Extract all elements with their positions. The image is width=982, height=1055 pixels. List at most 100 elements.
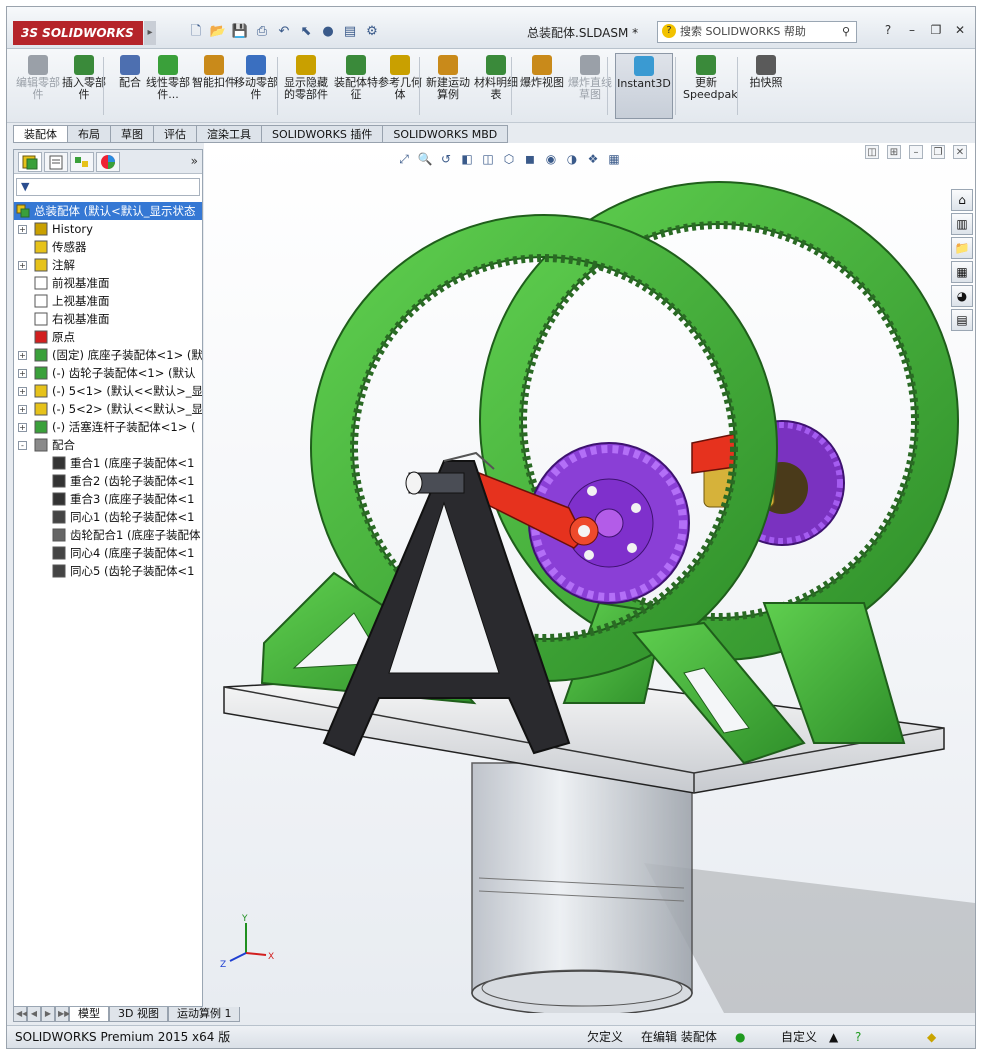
- ribbon-button-15[interactable]: 拍快照: [743, 53, 789, 119]
- ribbon-button-4[interactable]: 智能扣件: [191, 53, 237, 119]
- tree-root-assembly[interactable]: 总装配体 (默认<默认_显示状态: [14, 202, 202, 220]
- close-icon[interactable]: ✕: [951, 21, 969, 39]
- view-palette-icon[interactable]: ▦: [951, 261, 973, 283]
- tree-node[interactable]: - 配合: [14, 436, 202, 454]
- tag-icon[interactable]: ◆: [927, 1026, 936, 1048]
- solidworks-resources-icon[interactable]: ⌂: [951, 189, 973, 211]
- tree-node[interactable]: 原点: [14, 328, 202, 346]
- ribbon-command-icon: [246, 55, 266, 75]
- bottom-tab-1[interactable]: 3D 视图: [109, 1007, 168, 1022]
- ribbon-button-13[interactable]: Instant3D: [615, 53, 673, 119]
- tree-node[interactable]: + 注解: [14, 256, 202, 274]
- tree-node[interactable]: 前视基准面: [14, 274, 202, 292]
- tree-node[interactable]: 重合1 (底座子装配体<1: [14, 454, 202, 472]
- bottom-tab-2[interactable]: 运动算例 1: [167, 1007, 241, 1022]
- help-status-icon[interactable]: ?: [855, 1026, 861, 1048]
- custom-properties-icon[interactable]: ▤: [951, 309, 973, 331]
- status-units[interactable]: 自定义: [781, 1026, 817, 1048]
- more-tabs-icon[interactable]: »: [191, 154, 198, 168]
- assembly-model-view[interactable]: Y X Z: [204, 143, 975, 1013]
- new-document-icon[interactable]: 🗋: [187, 23, 205, 41]
- next-tab-icon[interactable]: ▶: [41, 1007, 55, 1022]
- ribbon-button-11[interactable]: 爆炸视图: [519, 53, 565, 119]
- tree-node[interactable]: 右视基准面: [14, 310, 202, 328]
- first-tab-icon[interactable]: ◀◀: [13, 1007, 28, 1022]
- units-dropdown-icon[interactable]: ▲: [829, 1026, 838, 1048]
- ribbon-command-icon: [438, 55, 458, 75]
- last-tab-icon[interactable]: ▶▶: [55, 1007, 70, 1022]
- rebuild-status-icon[interactable]: ●: [735, 1026, 745, 1048]
- file-explorer-icon[interactable]: 📁: [951, 237, 973, 259]
- ribbon-button-7[interactable]: 装配体特征: [333, 53, 379, 119]
- print-icon[interactable]: ⎙: [253, 23, 271, 41]
- file-properties-icon[interactable]: ▤: [341, 23, 359, 41]
- display-manager-tab-icon[interactable]: [96, 152, 120, 172]
- tree-node[interactable]: 同心1 (齿轮子装配体<1: [14, 508, 202, 526]
- help-menu-icon[interactable]: ?: [879, 21, 897, 39]
- configuration-manager-tab-icon[interactable]: [70, 152, 94, 172]
- bottom-tab-0[interactable]: 模型: [69, 1007, 109, 1022]
- tree-node[interactable]: + History: [14, 220, 202, 238]
- tree-node[interactable]: 同心5 (齿轮子装配体<1: [14, 562, 202, 580]
- command-tab-3[interactable]: 评估: [154, 125, 197, 143]
- tree-node[interactable]: 齿轮配合1 (底座子装配体: [14, 526, 202, 544]
- crank-shaft: [405, 471, 465, 495]
- expand-icon[interactable]: +: [18, 261, 27, 270]
- command-tab-0[interactable]: 装配体: [13, 125, 68, 143]
- tree-node[interactable]: 上视基准面: [14, 292, 202, 310]
- command-tab-6[interactable]: SOLIDWORKS MBD: [383, 125, 509, 143]
- menu-expand-icon[interactable]: ▸: [144, 21, 156, 45]
- tree-node-label: History: [52, 222, 93, 236]
- appearances-icon[interactable]: ◕: [951, 285, 973, 307]
- save-icon[interactable]: 💾: [231, 23, 249, 41]
- ribbon-button-8[interactable]: 参考几何体: [377, 53, 423, 119]
- expand-icon[interactable]: +: [18, 369, 27, 378]
- tree-node-label: (-) 5<1> (默认<<默认>_显: [52, 384, 202, 398]
- restore-icon[interactable]: ❐: [927, 21, 945, 39]
- expand-icon[interactable]: +: [18, 351, 27, 360]
- feature-tree-tab-icon[interactable]: [18, 152, 42, 172]
- ribbon-button-0[interactable]: 编辑零部件: [15, 53, 61, 119]
- tree-node[interactable]: + (-) 5<2> (默认<<默认>_显: [14, 400, 202, 418]
- command-tab-2[interactable]: 草图: [111, 125, 154, 143]
- ribbon-button-3[interactable]: 线性零部件...: [145, 53, 191, 119]
- tree-node[interactable]: 同心4 (底座子装配体<1: [14, 544, 202, 562]
- rebuild-icon[interactable]: ●: [319, 23, 337, 41]
- history-icon: [34, 222, 48, 236]
- ribbon-button-5[interactable]: 移动零部件: [233, 53, 279, 119]
- tree-node[interactable]: 重合3 (底座子装配体<1: [14, 490, 202, 508]
- collapse-icon[interactable]: -: [18, 441, 27, 450]
- select-icon[interactable]: ⬉: [297, 23, 315, 41]
- ribbon-button-6[interactable]: 显示隐藏的零部件: [283, 53, 329, 119]
- prev-tab-icon[interactable]: ◀: [27, 1007, 41, 1022]
- graphics-area[interactable]: ⤢ 🔍 ↺ ◧ ◫ ⬡ ◼ ◉ ◑ ❖ ▦ ◫ ⊞ – ❐ ✕ Y X Z ⌂ …: [204, 143, 975, 1013]
- command-tab-5[interactable]: SOLIDWORKS 插件: [262, 125, 384, 143]
- tree-node[interactable]: + (-) 活塞连杆子装配体<1> (: [14, 418, 202, 436]
- tree-node[interactable]: + (-) 5<1> (默认<<默认>_显: [14, 382, 202, 400]
- property-manager-tab-icon[interactable]: [44, 152, 68, 172]
- search-icon[interactable]: ⚲: [842, 22, 850, 42]
- design-library-icon[interactable]: ▥: [951, 213, 973, 235]
- help-search-input[interactable]: ? 搜索 SOLIDWORKS 帮助 ⚲: [657, 21, 857, 43]
- solidworks-logo[interactable]: 3S SOLIDWORKS: [13, 21, 143, 45]
- tree-filter-input[interactable]: ▼: [16, 178, 200, 196]
- bottom-tabs: ◀◀ ◀ ▶ ▶▶ 模型 3D 视图 运动算例 1: [13, 1007, 241, 1022]
- minimize-icon[interactable]: –: [903, 21, 921, 39]
- expand-icon[interactable]: +: [18, 423, 27, 432]
- expand-icon[interactable]: +: [18, 225, 27, 234]
- undo-icon[interactable]: ↶: [275, 23, 293, 41]
- tree-node[interactable]: + (-) 齿轮子装配体<1> (默认: [14, 364, 202, 382]
- tree-node[interactable]: + (固定) 底座子装配体<1> (默: [14, 346, 202, 364]
- open-icon[interactable]: 📂: [209, 23, 227, 41]
- expand-icon[interactable]: +: [18, 387, 27, 396]
- ribbon-button-14[interactable]: 更新Speedpak: [683, 53, 738, 119]
- ribbon-button-9[interactable]: 新建运动算例: [425, 53, 471, 119]
- command-tab-1[interactable]: 布局: [68, 125, 111, 143]
- expand-icon[interactable]: +: [18, 405, 27, 414]
- tree-node[interactable]: 传感器: [14, 238, 202, 256]
- tree-node[interactable]: 重合2 (齿轮子装配体<1: [14, 472, 202, 490]
- command-tab-4[interactable]: 渲染工具: [197, 125, 262, 143]
- options-icon[interactable]: ⚙: [363, 23, 381, 41]
- ribbon-button-1[interactable]: 插入零部件: [61, 53, 107, 119]
- ribbon-button-10[interactable]: 材料明细表: [473, 53, 519, 119]
